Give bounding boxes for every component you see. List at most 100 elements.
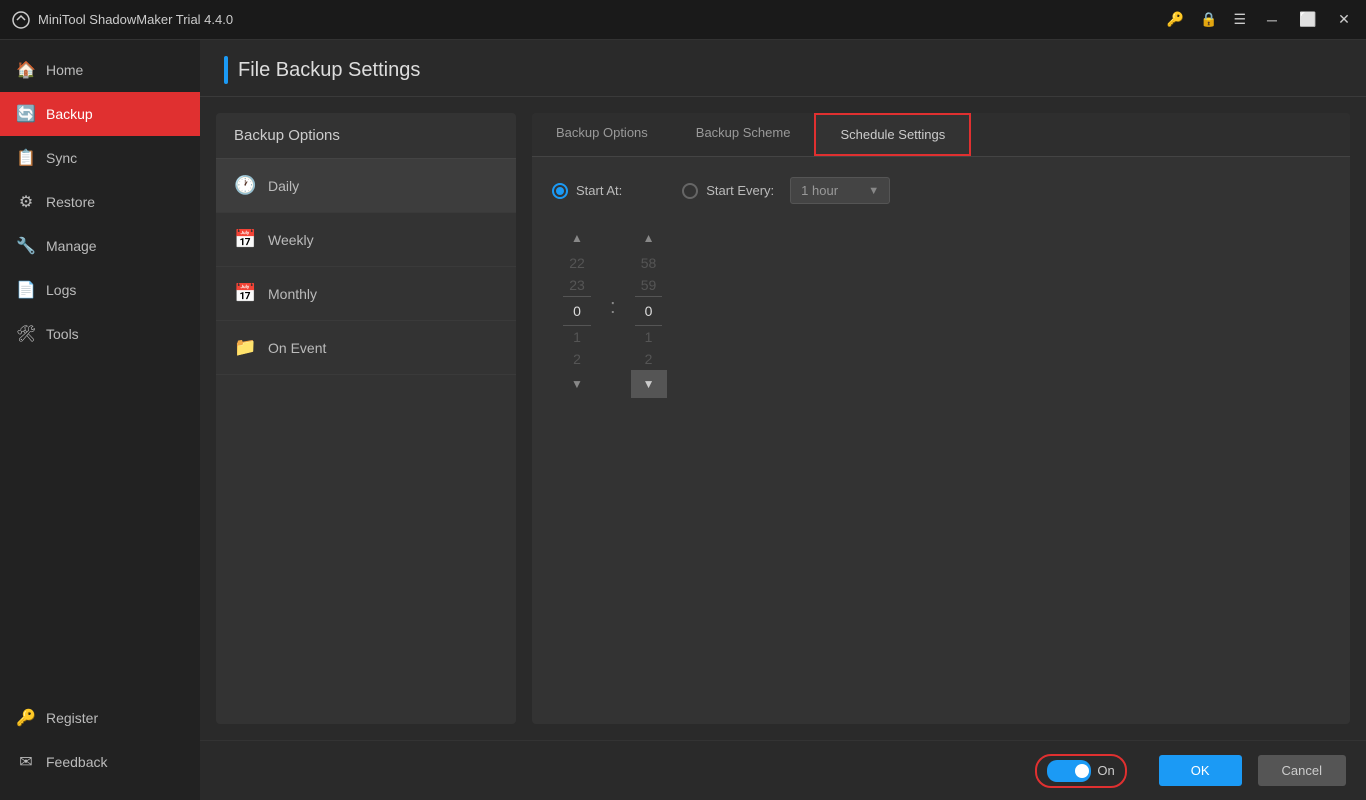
sidebar-label-sync: Sync [46,150,77,166]
sidebar: 🏠 Home 🔄 Backup 📋 Sync ⚙ Restore 🔧 Manag… [0,40,200,800]
left-panel: Backup Options 🕐 Daily 📅 Weekly 📅 Monthl… [216,113,516,724]
sidebar-item-backup[interactable]: 🔄 Backup [0,92,200,136]
page-header: File Backup Settings [200,40,1366,97]
titlebar: MiniTool ShadowMaker Trial 4.4.0 🔑 🔒 ☰ ─… [0,0,1366,40]
hour-0: 0 [563,296,591,326]
titlebar-left: MiniTool ShadowMaker Trial 4.4.0 [12,11,233,29]
backup-icon: 🔄 [16,104,36,124]
sidebar-item-home[interactable]: 🏠 Home [0,48,200,92]
lock-icon[interactable]: 🔒 [1200,11,1217,28]
sidebar-label-tools: Tools [46,326,79,342]
home-icon: 🏠 [16,60,36,80]
main-content: File Backup Settings Backup Options 🕐 Da… [200,40,1366,800]
hour-2: 2 [573,348,581,370]
toggle-label: On [1097,763,1114,778]
right-panel: Backup Options Backup Scheme Schedule Se… [532,113,1350,724]
hour-22: 22 [569,252,585,274]
register-icon: 🔑 [16,708,36,728]
hours-column: ▲ 22 23 0 1 2 ▼ [552,224,602,398]
radio-start-at[interactable]: Start At: [552,183,622,199]
hour-dropdown-value: 1 hour [801,183,838,198]
sidebar-item-feedback[interactable]: ✉ Feedback [0,740,200,784]
minutes-column: ▲ 58 59 0 1 2 ▼ [624,224,674,398]
sidebar-item-logs[interactable]: 📄 Logs [0,268,200,312]
minimize-btn[interactable]: ─ [1262,10,1282,30]
option-monthly-label: Monthly [268,286,317,302]
daily-icon: 🕐 [234,175,256,196]
toggle-track [1047,760,1091,782]
menu-icon[interactable]: ☰ [1233,11,1246,28]
hours-up-btn[interactable]: ▲ [559,224,595,252]
radio-start-every-circle [682,183,698,199]
radio-start-every[interactable]: Start Every: 1 hour ▼ [682,177,890,204]
sidebar-bottom: 🔑 Register ✉ Feedback [0,696,200,800]
hour-1: 1 [573,326,581,348]
footer: On OK Cancel [200,740,1366,800]
sync-icon: 📋 [16,148,36,168]
option-daily-label: Daily [268,178,299,194]
minute-0: 0 [635,296,663,326]
option-weekly[interactable]: 📅 Weekly [216,213,516,267]
sidebar-label-home: Home [46,62,83,78]
minutes-down-btn[interactable]: ▼ [631,370,667,398]
sidebar-label-logs: Logs [46,282,76,298]
restore-icon: ⚙ [16,192,36,212]
sidebar-label-register: Register [46,710,98,726]
sidebar-item-manage[interactable]: 🔧 Manage [0,224,200,268]
header-bar [224,56,228,84]
option-weekly-label: Weekly [268,232,314,248]
hours-down-btn[interactable]: ▼ [559,370,595,398]
page-title: File Backup Settings [238,59,420,82]
sidebar-item-tools[interactable]: 🛠 Tools [0,312,200,356]
restore-btn[interactable]: ⬜ [1298,10,1318,30]
minute-1: 1 [645,326,653,348]
option-on-event-label: On Event [268,340,326,356]
content-body: Backup Options 🕐 Daily 📅 Weekly 📅 Monthl… [200,97,1366,740]
key-icon[interactable]: 🔑 [1167,11,1184,28]
minutes-up-btn[interactable]: ▲ [631,224,667,252]
close-btn[interactable]: ✕ [1334,10,1354,30]
titlebar-right: 🔑 🔒 ☰ ─ ⬜ ✕ [1167,10,1354,30]
time-colon: : [610,296,616,327]
time-picker: ▲ 22 23 0 1 2 ▼ : ▲ 58 [552,224,1330,398]
ok-button[interactable]: OK [1159,755,1242,786]
chevron-down-icon: ▼ [868,185,879,197]
feedback-icon: ✉ [16,752,36,772]
sidebar-item-restore[interactable]: ⚙ Restore [0,180,200,224]
radio-row: Start At: Start Every: 1 hour ▼ [552,177,1330,204]
tools-icon: 🛠 [16,324,36,344]
tab-backup-scheme[interactable]: Backup Scheme [672,113,815,156]
sidebar-label-feedback: Feedback [46,754,107,770]
sidebar-label-manage: Manage [46,238,97,254]
sidebar-item-register[interactable]: 🔑 Register [0,696,200,740]
minute-59: 59 [641,274,657,296]
cancel-button[interactable]: Cancel [1258,755,1346,786]
app-body: 🏠 Home 🔄 Backup 📋 Sync ⚙ Restore 🔧 Manag… [0,40,1366,800]
app-title: MiniTool ShadowMaker Trial 4.4.0 [38,12,233,27]
hour-dropdown[interactable]: 1 hour ▼ [790,177,890,204]
minute-58: 58 [641,252,657,274]
app-logo [12,11,30,29]
toggle-wrapper: On [1035,754,1126,788]
tab-bar: Backup Options Backup Scheme Schedule Se… [532,113,1350,157]
monthly-icon: 📅 [234,283,256,304]
sidebar-item-sync[interactable]: 📋 Sync [0,136,200,180]
left-panel-header: Backup Options [216,113,516,159]
weekly-icon: 📅 [234,229,256,250]
radio-start-every-label: Start Every: [706,183,774,198]
tab-schedule-settings[interactable]: Schedule Settings [814,113,971,156]
toggle-thumb [1075,764,1089,778]
sidebar-label-backup: Backup [46,106,93,122]
option-monthly[interactable]: 📅 Monthly [216,267,516,321]
schedule-toggle[interactable] [1047,760,1091,782]
radio-start-at-label: Start At: [576,183,622,198]
manage-icon: 🔧 [16,236,36,256]
option-on-event[interactable]: 📁 On Event [216,321,516,375]
on-event-icon: 📁 [234,337,256,358]
schedule-content: Start At: Start Every: 1 hour ▼ [532,157,1350,724]
option-daily[interactable]: 🕐 Daily [216,159,516,213]
radio-start-at-circle [552,183,568,199]
tab-backup-options[interactable]: Backup Options [532,113,672,156]
minute-2: 2 [645,348,653,370]
hour-23: 23 [569,274,585,296]
